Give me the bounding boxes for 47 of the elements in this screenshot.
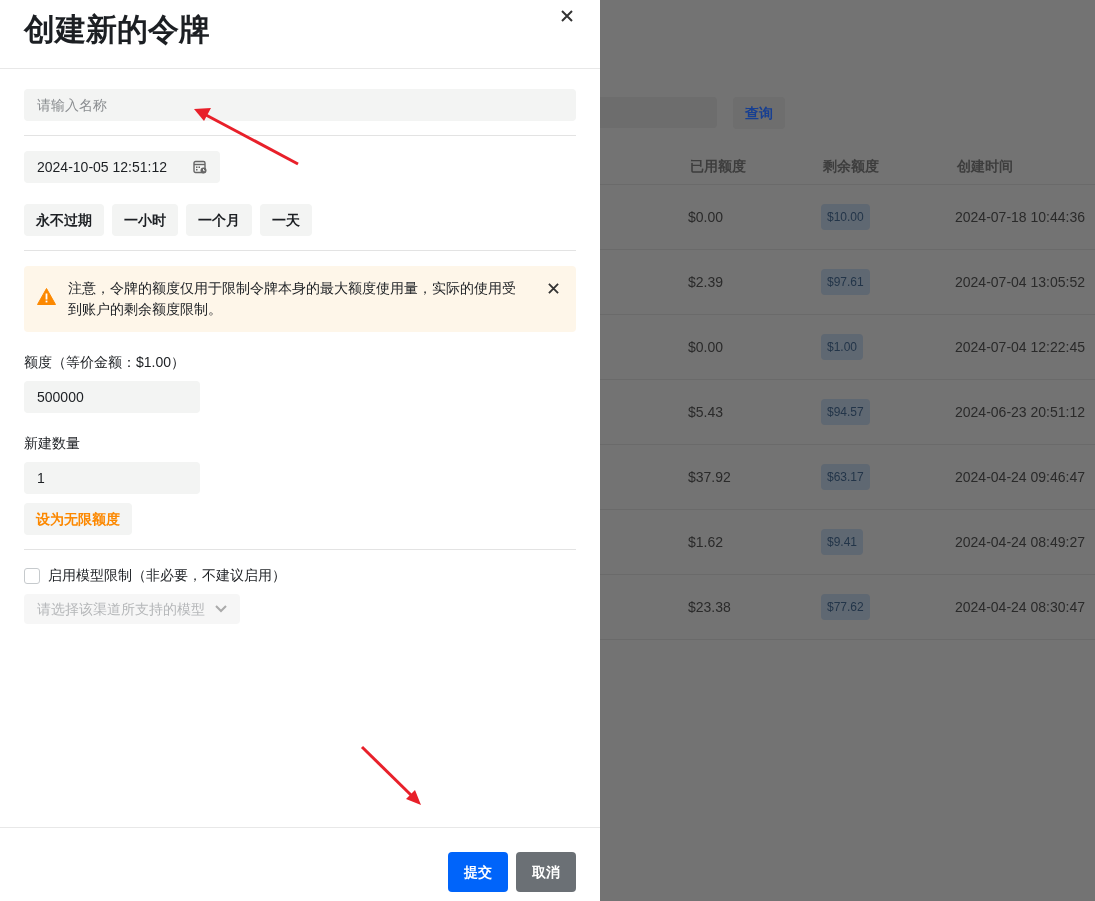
warning-icon: [37, 288, 56, 305]
amount-tag: $10.00: [821, 204, 870, 230]
calendar-clock-icon: [193, 160, 207, 174]
amount-tag: $63.17: [821, 464, 870, 490]
drawer-title: 创建新的令牌: [24, 11, 210, 49]
table-cell: $0.00: [688, 338, 724, 355]
table-cell: 2024-04-24 08:49:27: [955, 533, 1085, 550]
expiry-preset-button[interactable]: 永不过期: [24, 204, 104, 236]
table-cell: $2.39: [688, 273, 724, 290]
table-cell: 2024-07-04 12:22:45: [955, 338, 1085, 355]
submit-button[interactable]: 提交: [448, 852, 508, 892]
close-button[interactable]: [548, 283, 559, 294]
count-input-field[interactable]: 1: [24, 462, 200, 494]
annotation-arrow: [360, 745, 421, 805]
table-cell: $37.92: [688, 468, 731, 485]
table-cell: $23.38: [688, 598, 731, 615]
expiry-preset-button[interactable]: 一天: [260, 204, 312, 236]
quota-input-field[interactable]: 500000: [24, 381, 200, 413]
name-input-field[interactable]: 请输入名称: [24, 89, 576, 121]
amount-tag: $77.62: [821, 594, 870, 620]
table-cell: 2024-06-23 20:51:12: [955, 403, 1085, 420]
date-time-field[interactable]: 2024-10-05 12:51:12: [24, 151, 220, 183]
amount-tag: $97.61: [821, 269, 870, 295]
quota-label: 额度（等价金额：$1.00）: [24, 353, 187, 372]
close-icon: [561, 10, 573, 22]
table-cell: 2024-04-24 09:46:47: [955, 468, 1085, 485]
chevron-down-icon: [215, 605, 227, 613]
close-button[interactable]: [559, 8, 575, 24]
table-cell: 2024-07-04 13:05:52: [955, 273, 1085, 290]
table-cell: $0.00: [688, 208, 724, 225]
model-limit-label: 启用模型限制（非必要，不建议启用）: [48, 566, 286, 585]
cancel-button[interactable]: 取消: [516, 852, 576, 892]
table-cell: $1.62: [688, 533, 724, 550]
table-cell: 2024-07-18 10:44:36: [955, 208, 1085, 225]
table-cell: $5.43: [688, 403, 724, 420]
table-cell: 2024-04-24 08:30:47: [955, 598, 1085, 615]
amount-tag: $9.41: [821, 529, 864, 555]
count-label: 新建数量: [24, 434, 81, 453]
amount-tag: $1.00: [821, 334, 864, 360]
checkbox[interactable]: [24, 567, 40, 584]
amount-tag: $94.57: [821, 399, 870, 425]
warning-text: 注意，令牌的额度仅用于限制令牌本身的最大额度使用量，实际的使用受到账户的剩余额度限制。: [68, 279, 517, 319]
expiry-preset-button[interactable]: 一小时: [112, 204, 178, 236]
close-icon: [548, 283, 559, 294]
expiry-preset-button[interactable]: 一个月: [186, 204, 252, 236]
search-field[interactable]: [600, 97, 717, 128]
date-time-value: 2024-10-05 12:51:12: [37, 157, 167, 177]
